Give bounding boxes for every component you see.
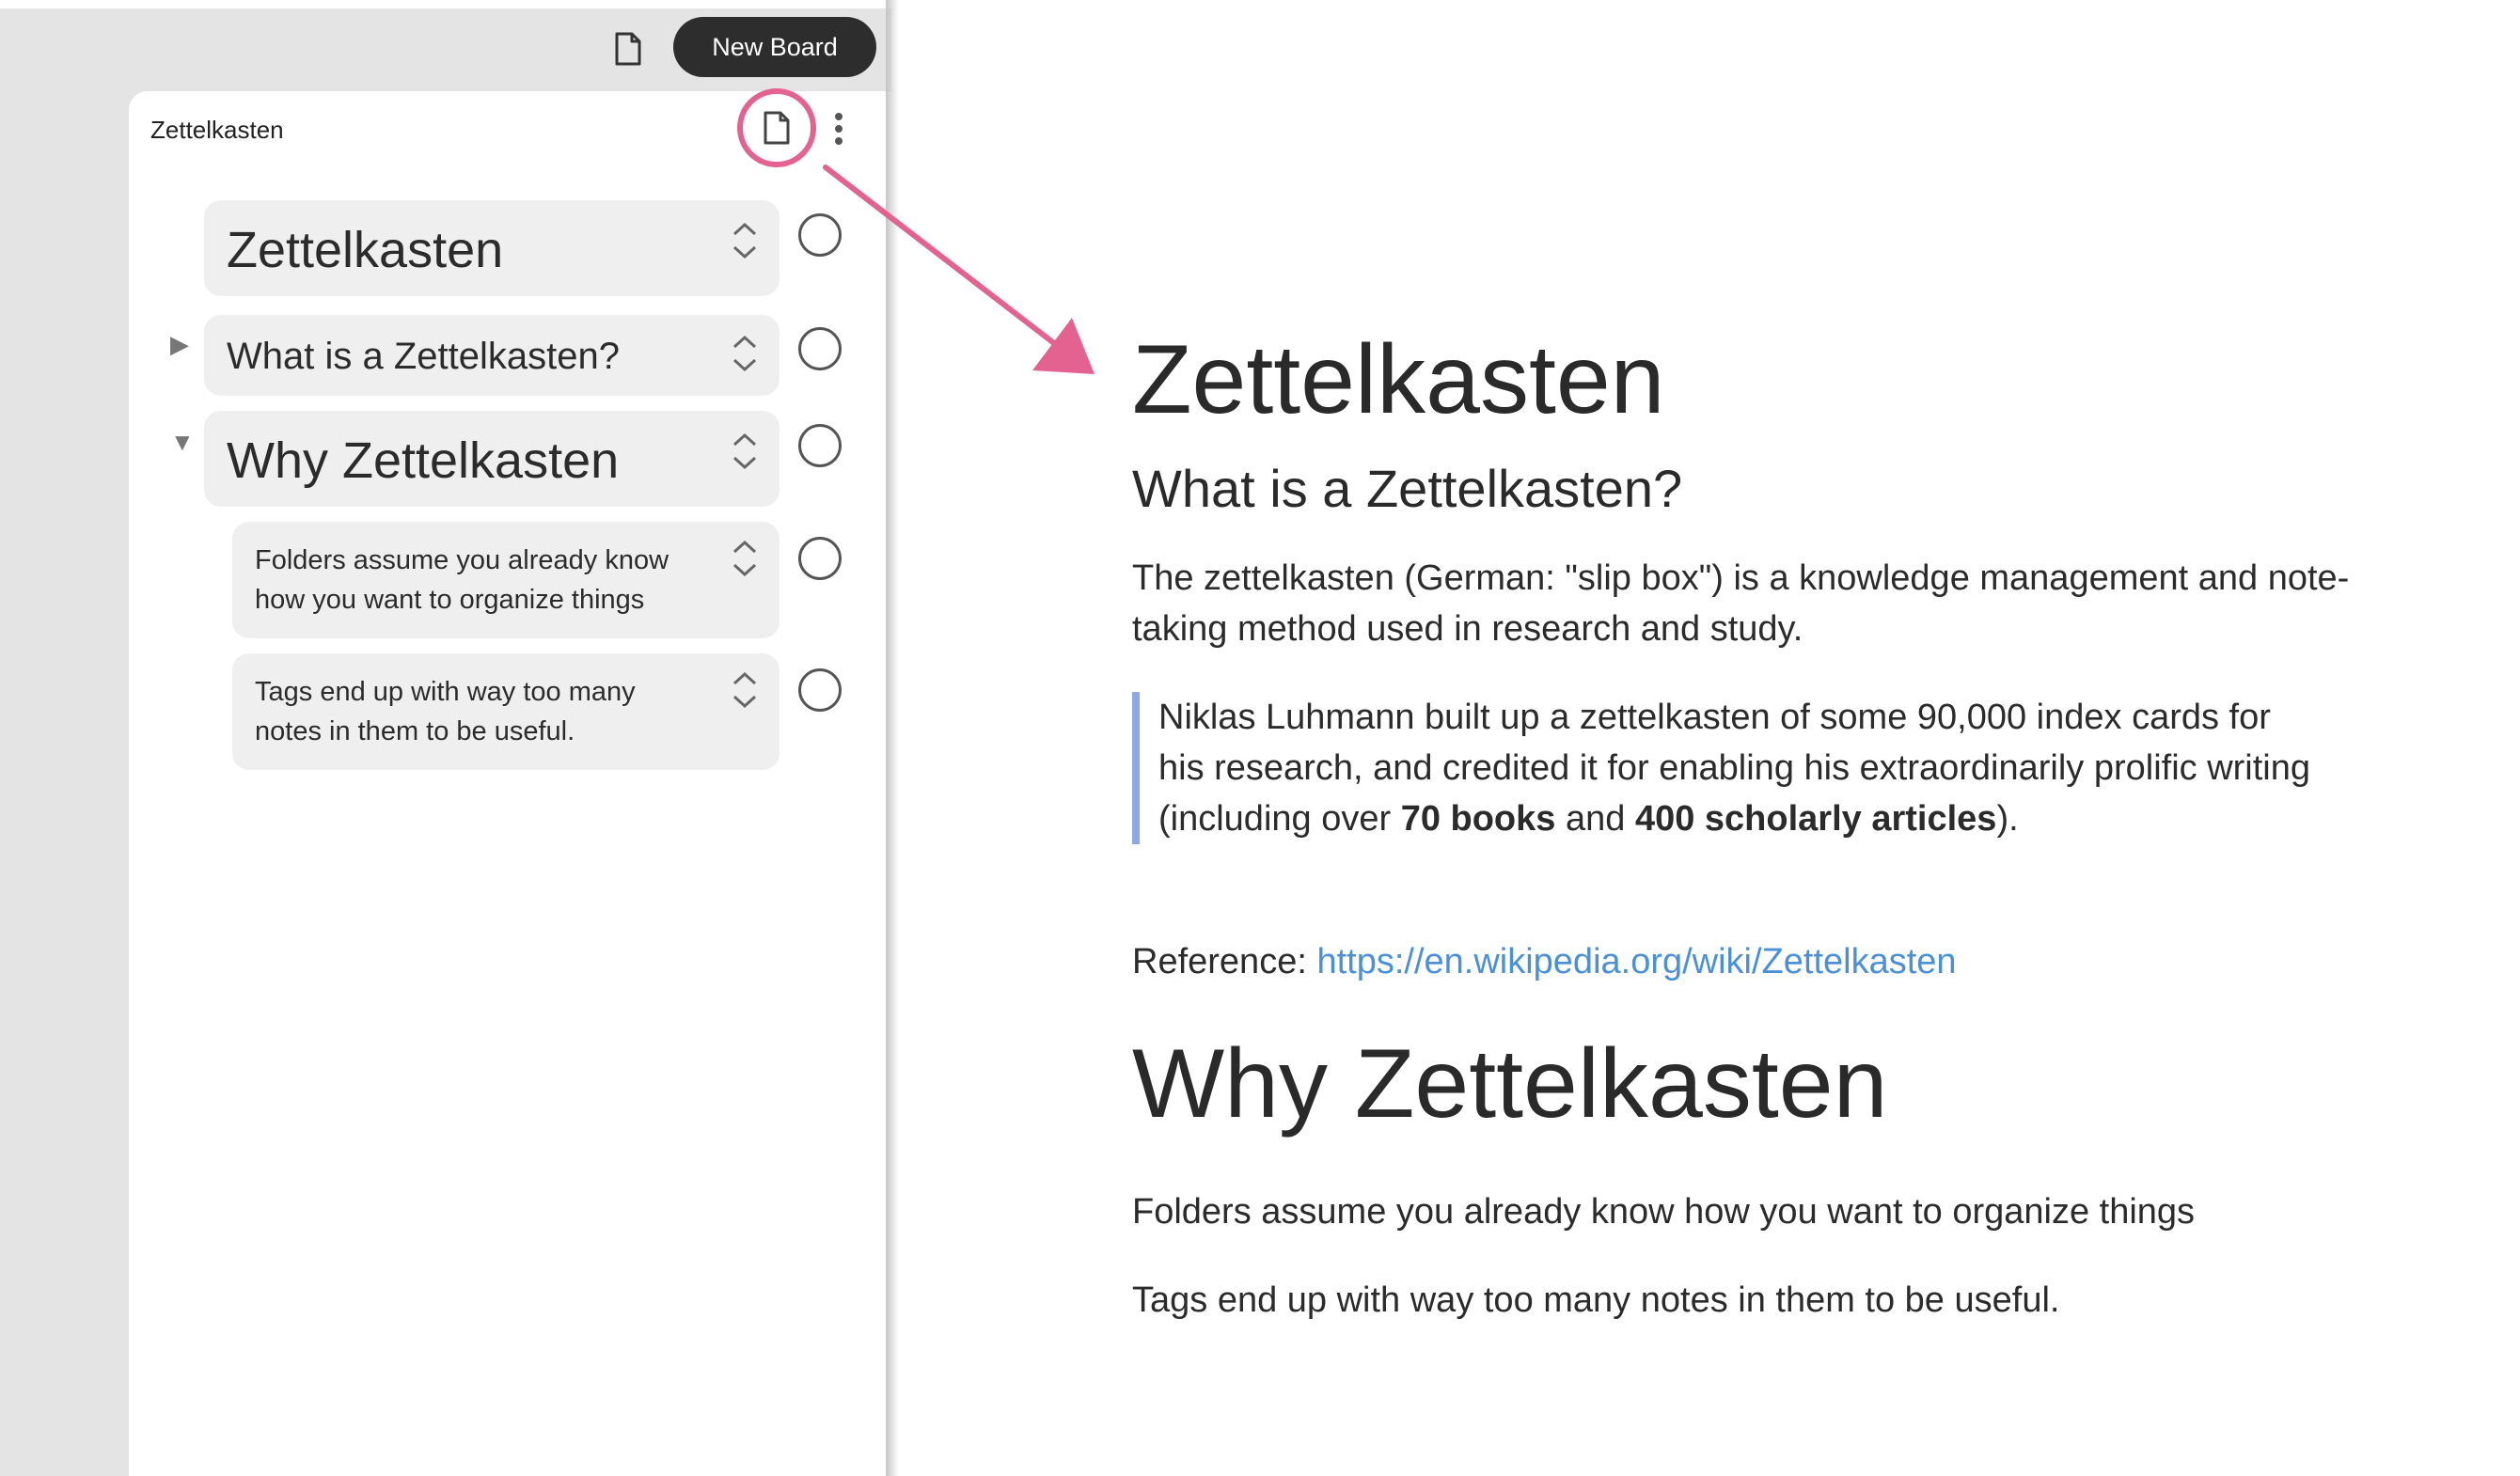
quote-text: and [1555,799,1635,839]
reference-link[interactable]: https://en.wikipedia.org/wiki/Zettelkast… [1316,942,1956,981]
quote-bold-text: 70 books [1400,799,1556,839]
doc-paragraph: Folders assume you already know how you … [1132,1192,2196,1232]
reference-label: Reference: [1132,942,1317,981]
doc-heading-1: Why Zettelkasten [1132,1029,1888,1138]
quote-text: ). [1996,799,2019,839]
doc-reference: Reference: https://en.wikipedia.org/wiki… [1132,936,1957,987]
doc-heading-1: Zettelkasten [1132,325,1665,434]
quote-bold-text: 400 scholarly articles [1634,799,1997,839]
doc-paragraph: Tags end up with way too many notes in t… [1132,1280,2060,1320]
doc-blockquote: Niklas Luhmann built up a zettelkasten o… [1132,692,2315,844]
doc-paragraph: The zettelkasten (German: "slip box") is… [1132,558,2350,649]
doc-heading-2: What is a Zettelkasten? [1132,459,1683,518]
